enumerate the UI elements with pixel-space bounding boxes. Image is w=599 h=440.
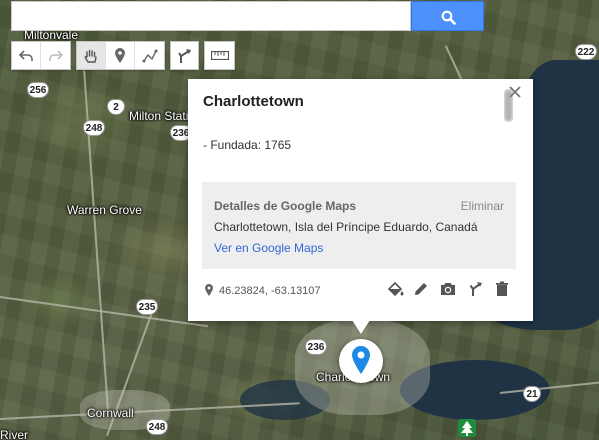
route-shield: 235 (136, 299, 158, 315)
camera-icon[interactable] (439, 280, 457, 298)
marker-icon (115, 48, 125, 63)
directions-icon[interactable] (467, 280, 485, 298)
redo-icon (48, 49, 63, 61)
directions-toolbar (170, 41, 199, 70)
hand-icon (84, 49, 97, 63)
place-label-milton-station: Milton Stati (129, 109, 189, 123)
route-shield: 2 (107, 99, 125, 115)
route-shield: 256 (27, 82, 49, 98)
place-label-river: River (0, 428, 29, 440)
pan-tool-button[interactable] (77, 42, 106, 69)
search-button[interactable] (411, 1, 484, 31)
add-directions-button[interactable] (171, 42, 198, 69)
search-input[interactable] (12, 2, 410, 30)
place-title: Charlottetown (203, 93, 304, 110)
road (0, 296, 209, 328)
place-address: Charlottetown, Isla del Príncipe Eduardo… (214, 220, 478, 234)
undo-icon (19, 49, 33, 61)
redo-button[interactable] (41, 42, 70, 69)
close-icon[interactable] (508, 85, 522, 99)
draw-line-button[interactable] (135, 42, 164, 69)
draw-line-icon (142, 49, 157, 62)
location-pin-icon (205, 284, 213, 296)
route-shield: 248 (146, 419, 168, 435)
measure-distance-button[interactable] (205, 42, 234, 69)
edit-pencil-icon[interactable] (412, 280, 430, 298)
undo-button[interactable] (12, 42, 41, 69)
route-shield: 222 (575, 44, 597, 60)
history-toolbar (11, 41, 71, 70)
directions-icon (177, 48, 191, 63)
view-in-google-maps-link[interactable]: Ver en Google Maps (214, 241, 323, 255)
place-label-cornwall: Cornwall (87, 406, 134, 420)
map-pin-icon (352, 346, 370, 374)
search-box[interactable] (11, 1, 411, 31)
ruler-icon (210, 51, 229, 60)
add-marker-button[interactable] (106, 42, 135, 69)
search-icon (441, 10, 456, 25)
info-window-pointer (352, 320, 370, 334)
remove-details-link[interactable]: Eliminar (461, 199, 504, 213)
route-shield: 236 (305, 339, 327, 355)
details-heading: Detalles de Google Maps (214, 199, 357, 213)
place-description: - Fundada: 1765 (203, 138, 292, 152)
place-label-warren-grove: Warren Grove (67, 203, 142, 217)
delete-icon[interactable] (493, 280, 511, 298)
paint-bucket-icon[interactable] (386, 280, 404, 298)
route-shield: 248 (83, 120, 105, 136)
drawing-toolbar (76, 41, 165, 70)
park-icon (458, 419, 476, 437)
place-info-window: Charlottetown - Fundada: 1765 Detalles d… (188, 79, 533, 321)
measure-toolbar (204, 41, 235, 70)
coordinates-text: 46.23824, -63.13107 (219, 285, 321, 297)
selected-place-marker[interactable] (339, 339, 383, 383)
google-maps-details: Detalles de Google Maps Eliminar Charlot… (202, 182, 516, 269)
